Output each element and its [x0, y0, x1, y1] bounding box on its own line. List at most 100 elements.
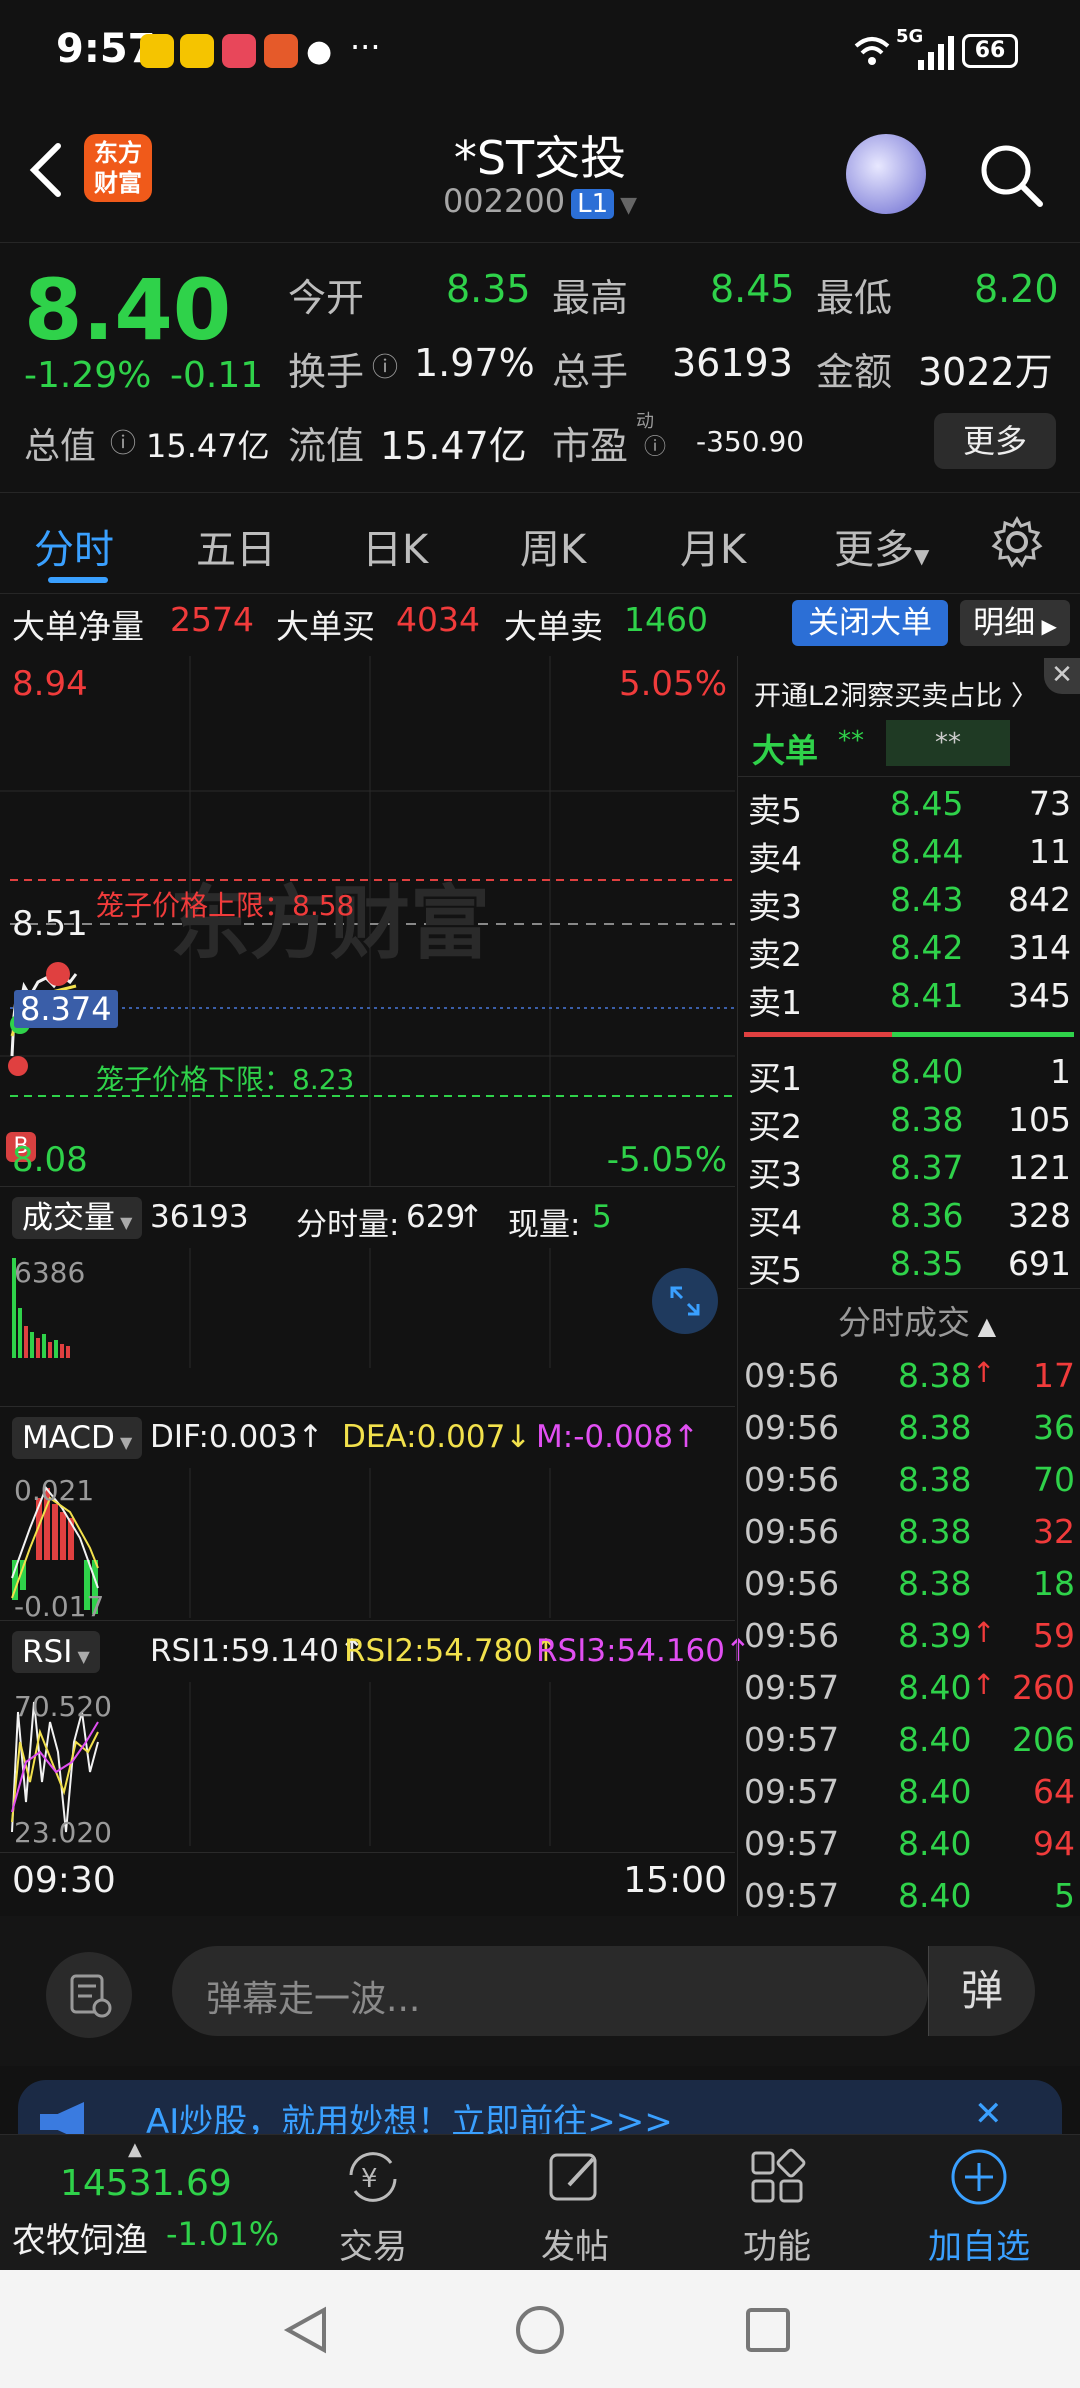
tick-price: 8.38	[898, 1408, 972, 1447]
time-axis-divider	[0, 1852, 735, 1853]
ask-row[interactable]: 卖4 8.44 11	[738, 828, 1080, 878]
bid-price: 8.37	[890, 1148, 964, 1187]
signal-icon	[916, 34, 956, 70]
close-ad-icon[interactable]: ✕	[974, 2094, 1003, 2134]
big-buy-value: 4034	[396, 600, 480, 639]
tab-more[interactable]: 更多▼	[834, 517, 929, 575]
close-icon[interactable]: ✕	[1044, 658, 1080, 694]
tick-qty: 64	[1033, 1772, 1075, 1811]
rsi-axis-top: 70.520	[14, 1690, 112, 1723]
tick-time: 09:56	[744, 1460, 840, 1499]
bid-price: 8.36	[890, 1196, 964, 1235]
gear-icon[interactable]	[990, 515, 1044, 569]
ai-robot-avatar-icon[interactable]	[846, 134, 926, 214]
big-sell-value: 1460	[624, 600, 708, 639]
level-badge: L1	[571, 189, 615, 219]
macd-dea: DEA:0.007↓	[342, 1419, 532, 1455]
home-circle-icon[interactable]	[514, 2304, 566, 2356]
big-sell-label: 大单卖	[504, 607, 603, 646]
comment-board-icon[interactable]	[46, 1952, 132, 2038]
net-big-order-label: 大单净量	[12, 607, 144, 646]
recents-square-icon[interactable]	[744, 2306, 792, 2354]
tab-five-day[interactable]: 五日	[196, 517, 276, 575]
ask-row[interactable]: 卖3 8.43 842	[738, 876, 1080, 926]
tab-more-label: 更多	[834, 527, 914, 573]
tick-qty: 32	[1033, 1512, 1075, 1551]
tick-qty: 17	[1033, 1356, 1075, 1395]
tick-row: 09:56 8.38 32	[738, 1506, 1080, 1558]
detail-button-label: 明细	[973, 605, 1036, 641]
volume-minute-value: 629	[406, 1199, 466, 1235]
ask-row[interactable]: 卖1 8.41 345	[738, 972, 1080, 1022]
float-value: 15.47亿	[380, 424, 527, 468]
bid-row[interactable]: 买2 8.38 105	[738, 1096, 1080, 1146]
danmaku-toggle-button[interactable]: 弹	[928, 1946, 1035, 2036]
more-notifications: ···	[350, 28, 381, 66]
bid-row[interactable]: 买1 8.40 1	[738, 1048, 1080, 1098]
macd-indicator-select[interactable]: MACD ▼	[12, 1417, 143, 1459]
low-label: 最低	[816, 276, 893, 320]
turnover-info-icon[interactable]: ⓘ	[372, 347, 398, 384]
ticks-title-row[interactable]: 分时成交 ▲	[838, 1296, 996, 1344]
rsi-header: RSI ▼ RSI1:59.140↑ RSI2:54.780↑ RSI3:54.…	[0, 1620, 751, 1683]
danmaku-input[interactable]: 弹幕走一波...	[172, 1946, 928, 2036]
tick-row: 09:56 8.38 70	[738, 1454, 1080, 1506]
mktcap-value: 15.47亿	[146, 427, 270, 465]
bid-price: 8.38	[890, 1100, 964, 1139]
stock-code: 002200	[442, 182, 566, 220]
nav-functions[interactable]: 功能	[712, 2145, 842, 2268]
l2-banner-label: 开通L2洞察买卖占比	[754, 681, 1003, 712]
bid-row[interactable]: 买5 8.35 691	[738, 1240, 1080, 1290]
ask-row[interactable]: 卖5 8.45 73	[738, 780, 1080, 830]
volume-indicator-select[interactable]: 成交量 ▼	[12, 1197, 143, 1239]
detail-button[interactable]: 明细 ▶	[960, 600, 1070, 646]
rsi-indicator-select[interactable]: RSI ▼	[12, 1631, 100, 1673]
nav-post[interactable]: 发帖	[510, 2145, 640, 2268]
ask-qty: 314	[1008, 928, 1071, 967]
tab-monthly-k[interactable]: 月K	[680, 517, 746, 575]
l2-banner[interactable]: 开通L2洞察买卖占比 〉	[754, 674, 1038, 713]
tab-daily-k[interactable]: 日K	[362, 517, 428, 575]
back-triangle-icon[interactable]	[280, 2304, 332, 2356]
tick-row: 09:56 8.38 36	[738, 1402, 1080, 1454]
ad-banner[interactable]: AI炒股，就用妙想！立即前往>>> ✕	[18, 2080, 1062, 2136]
tick-time: 09:57	[744, 1772, 840, 1811]
nav-add-watchlist[interactable]: 加自选	[914, 2145, 1044, 2268]
tick-row: 09:56 8.38 18	[738, 1558, 1080, 1610]
bid-qty: 691	[1008, 1244, 1071, 1283]
pe-info-icon[interactable]: ⓘ	[644, 429, 666, 461]
megaphone-icon	[40, 2102, 84, 2136]
tick-time: 09:56	[744, 1408, 840, 1447]
search-icon[interactable]	[976, 140, 1046, 210]
tick-row: 09:57 8.40 206	[738, 1714, 1080, 1766]
nav-trade-label: 交易	[339, 2227, 407, 2267]
more-quote-button[interactable]: 更多	[934, 413, 1056, 469]
sector-index-widget[interactable]: ▲ 14531.69 农牧饲渔 -1.01%	[0, 2135, 280, 2271]
fullscreen-expand-icon[interactable]	[652, 1268, 718, 1334]
bid-level: 买5	[748, 1251, 802, 1290]
info-icon[interactable]: ⓘ	[110, 423, 136, 460]
tick-qty: 70	[1033, 1460, 1075, 1499]
bid-row[interactable]: 买3 8.37 121	[738, 1144, 1080, 1194]
turnover-label: 换手	[288, 350, 365, 394]
intraday-chart[interactable]: 东方财富 8.94 5.05% 8.51 笼子价格上限：8.58 8.374 笼…	[0, 656, 751, 1916]
bid-row[interactable]: 买4 8.36 328	[738, 1192, 1080, 1242]
close-big-order-button[interactable]: 关闭大单	[792, 600, 948, 646]
tab-weekly-k[interactable]: 周K	[520, 517, 586, 575]
tick-price: 8.39	[898, 1616, 972, 1655]
ask-level: 卖5	[748, 791, 802, 830]
float-label: 流值	[288, 424, 365, 468]
svg-text:¥: ¥	[361, 2164, 378, 2194]
macd-select-label: MACD	[22, 1420, 115, 1456]
ask-row[interactable]: 卖2 8.42 314	[738, 924, 1080, 974]
time-axis-start: 09:30	[12, 1860, 116, 1901]
low-value: 8.20	[974, 267, 1059, 311]
caret-down-icon: ▼	[914, 544, 930, 568]
tick-time: 09:56	[744, 1616, 840, 1655]
tab-intraday[interactable]: 分时	[34, 517, 114, 575]
period-tabs: 分时 五日 日K 周K 月K 更多▼	[0, 492, 1080, 594]
macd-dif: DIF:0.003↑	[150, 1419, 324, 1455]
nav-trade[interactable]: ¥ 交易	[308, 2145, 438, 2268]
volume-total: 36193	[150, 1199, 249, 1235]
tick-row: 09:57 8.40 5	[738, 1870, 1080, 1922]
